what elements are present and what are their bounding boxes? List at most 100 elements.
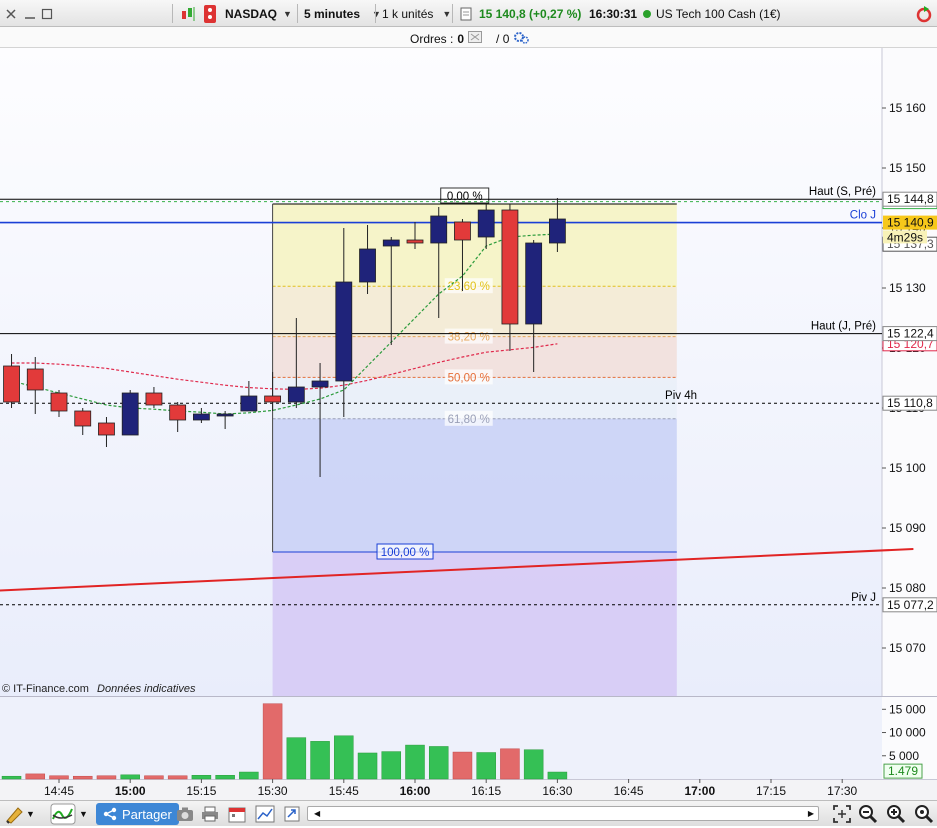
volume-bar <box>452 751 473 780</box>
calendar-icon[interactable] <box>228 801 246 827</box>
zoom-out-icon[interactable] <box>858 801 878 827</box>
scroll-right-icon[interactable]: ▶ <box>808 809 814 818</box>
x-tick-label: 15:45 <box>329 784 359 798</box>
indicator-chart-icon[interactable] <box>50 801 76 827</box>
volume-bar <box>523 749 544 780</box>
last-price: 15 140,8 (+0,27 %) <box>479 6 582 21</box>
document-icon[interactable] <box>460 0 472 27</box>
volume-bar <box>500 748 520 780</box>
level-label: Clo J <box>850 210 876 222</box>
volume-bar <box>167 775 188 780</box>
level-label: Piv 4h <box>665 390 697 402</box>
x-tick-label: 16:30 <box>542 784 572 798</box>
candle-body <box>98 422 115 436</box>
y-tick-label: 15 100 <box>889 461 926 475</box>
candle-body <box>430 215 448 244</box>
volume-bar <box>1 775 22 780</box>
instrument-label: NASDAQ <box>225 6 278 21</box>
level-label: Piv J <box>851 592 876 604</box>
chevron-down-icon: ▼ <box>372 8 381 19</box>
indicator-icon[interactable] <box>203 0 217 27</box>
chevron-down-icon[interactable]: ▼ <box>26 801 35 827</box>
close-icon[interactable] <box>5 0 17 27</box>
share-button[interactable]: Partager <box>96 803 179 825</box>
candle-body <box>359 248 376 283</box>
timeframe-select[interactable]: 5 minutes ▼ <box>304 0 381 27</box>
time-scrollbar[interactable]: ◀ ▶ <box>307 806 819 821</box>
level-tag: 15 110,8 <box>887 396 933 410</box>
camera-icon[interactable] <box>176 801 194 827</box>
candle-body <box>406 239 424 244</box>
candle-body <box>477 209 495 238</box>
data-note: Données indicatives <box>97 683 196 695</box>
maximize-icon[interactable] <box>41 0 53 27</box>
volume-bar <box>334 735 354 780</box>
clock-time: 16:30:31 <box>589 6 638 21</box>
level-label: Haut (S, Pré) <box>809 186 876 198</box>
volume-bar <box>191 775 212 780</box>
level-tag: 15 144,8 <box>887 192 934 206</box>
zoom-reset-icon[interactable] <box>914 801 934 827</box>
fib-label: 100,00 % <box>381 547 430 559</box>
size-select[interactable]: 1 k unités ▼ <box>382 0 451 27</box>
volume-bar <box>215 775 235 780</box>
share-label: Partager <box>122 806 172 822</box>
candle-body <box>192 413 210 421</box>
fib-label: 50,00 % <box>448 372 490 384</box>
candle-type-icon[interactable] <box>180 0 198 27</box>
volume-bar <box>286 737 307 780</box>
volume-bar <box>144 775 164 780</box>
price-chart[interactable]: 0,00 %23,60 %38,20 %50,00 %61,80 %100,00… <box>0 48 937 828</box>
timeframe-label: 5 minutes <box>304 6 361 21</box>
candle-body <box>264 395 282 403</box>
candle-body <box>382 239 400 247</box>
instrument-select[interactable]: NASDAQ ▼ <box>225 0 292 27</box>
zoom-fit-icon[interactable] <box>832 801 852 827</box>
candle-body <box>216 413 234 417</box>
draw-tool-icon[interactable] <box>4 801 26 827</box>
y-tick-label: 15 070 <box>889 641 926 655</box>
volume-bar <box>405 744 425 780</box>
refresh-icon[interactable] <box>914 0 934 27</box>
y-tick-label: 15 090 <box>889 521 926 535</box>
candle-body <box>240 395 258 412</box>
level-tag: 15 140,9 <box>887 216 934 230</box>
fib-label: 61,80 % <box>448 414 490 426</box>
candle-body <box>145 392 163 406</box>
x-tick-label: 15:00 <box>115 784 146 798</box>
level-tag: 15 077,2 <box>887 598 934 612</box>
candle-body <box>74 410 92 427</box>
countdown-label: 4m29s <box>887 230 923 244</box>
volume-bar <box>239 771 259 780</box>
candle-body <box>50 392 68 412</box>
candle-body <box>121 392 139 436</box>
fib-zone <box>272 552 677 696</box>
minimize-icon[interactable] <box>24 0 36 27</box>
volume-bar <box>96 775 117 780</box>
orders-clear-icon[interactable] <box>468 31 483 46</box>
volume-tick-label: 5 000 <box>889 749 919 763</box>
scroll-left-icon[interactable]: ◀ <box>314 809 320 818</box>
orders-count: 0 <box>457 31 465 46</box>
candle-body <box>335 281 353 382</box>
zoom-in-icon[interactable] <box>886 801 906 827</box>
volume-bar <box>357 752 378 780</box>
chevron-down-icon[interactable]: ▼ <box>79 801 88 827</box>
export-icon[interactable] <box>283 801 301 827</box>
instrument-name: US Tech 100 Cash (1€) <box>656 6 781 21</box>
x-tick-label: 17:15 <box>756 784 786 798</box>
x-tick-label: 16:00 <box>400 784 431 798</box>
x-tick-label: 15:15 <box>186 784 216 798</box>
volume-bar <box>49 775 69 780</box>
y-tick-label: 15 160 <box>889 101 926 115</box>
brand-text: © IT-Finance.com <box>2 683 89 695</box>
volume-bar <box>428 746 449 780</box>
print-icon[interactable] <box>201 801 219 827</box>
gear-icon[interactable] <box>513 30 530 47</box>
candle <box>121 390 139 436</box>
candle-body <box>311 380 329 388</box>
x-tick-label: 16:15 <box>471 784 501 798</box>
volume-bar <box>72 775 93 780</box>
volume-bar <box>547 771 568 780</box>
chart-window-icon[interactable] <box>255 801 275 827</box>
